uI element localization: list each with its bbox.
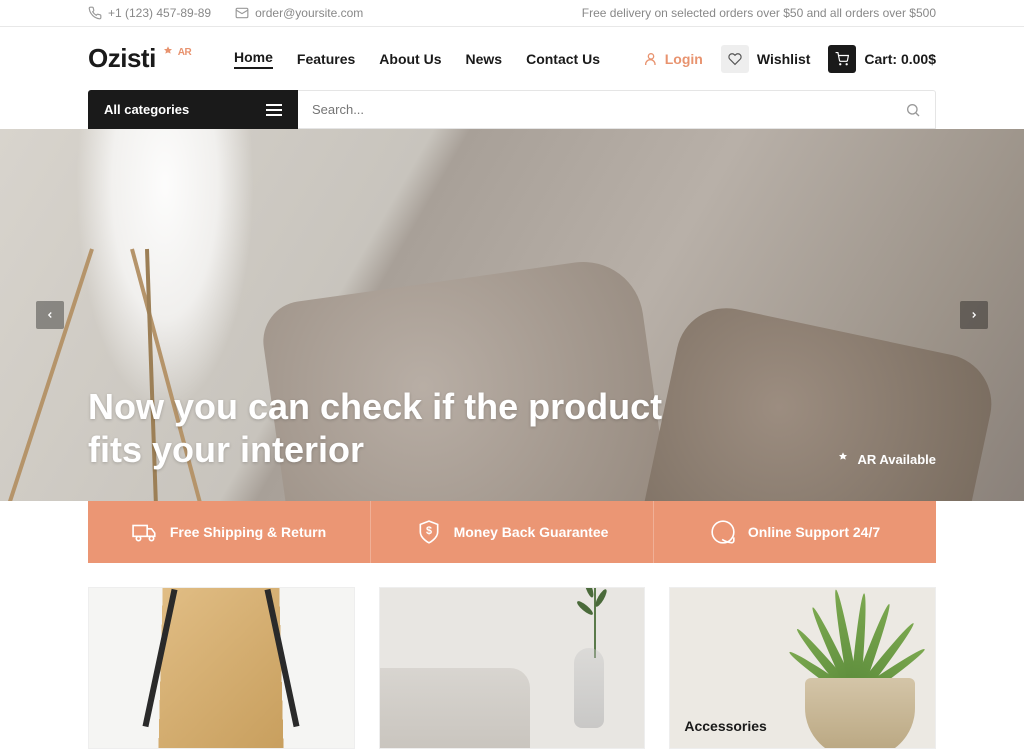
feature-shipping-text: Free Shipping & Return [170, 524, 326, 540]
card-decoration [161, 587, 281, 748]
email-icon [235, 6, 249, 20]
hero-prev-button[interactable] [36, 301, 64, 329]
delivery-text: Free delivery on selected orders over $5… [582, 6, 936, 20]
nav-home[interactable]: Home [234, 49, 273, 69]
category-card-2[interactable] [379, 587, 646, 749]
ar-badge-text: AR Available [857, 452, 936, 467]
card-label: Accessories [684, 718, 767, 734]
hero-title-line1: Now you can check if the product [88, 385, 662, 428]
cart-link[interactable]: Cart: 0.00$ [828, 45, 936, 73]
email-item[interactable]: order@yoursite.com [235, 6, 363, 20]
card-decoration [379, 668, 530, 749]
topbar-left: +1 (123) 457-89-89 order@yoursite.com [88, 6, 363, 20]
feature-support: Online Support 24/7 [654, 501, 936, 563]
headset-icon [710, 519, 736, 545]
header: Ozisti AR Home Features About Us News Co… [0, 27, 1024, 90]
ar-available-badge[interactable]: AR Available [835, 451, 936, 467]
chevron-left-icon [45, 310, 55, 320]
email-text: order@yoursite.com [255, 6, 363, 20]
nav: Home Features About Us News Contact Us [234, 49, 600, 69]
topbar: +1 (123) 457-89-89 order@yoursite.com Fr… [0, 0, 1024, 27]
logo[interactable]: Ozisti AR [88, 43, 191, 74]
phone-icon [88, 6, 102, 20]
hero-title: Now you can check if the product fits yo… [88, 385, 662, 471]
logo-ar-text: AR [178, 47, 191, 58]
feature-shipping: Free Shipping & Return [88, 501, 371, 563]
login-link[interactable]: Login [643, 51, 703, 67]
feature-moneyback: $ Money Back Guarantee [371, 501, 654, 563]
login-text: Login [665, 51, 703, 67]
shield-dollar-icon: $ [416, 519, 442, 545]
category-card-1[interactable] [88, 587, 355, 749]
logo-ar-badge: AR [160, 45, 191, 61]
feature-moneyback-text: Money Back Guarantee [454, 524, 609, 540]
card-decoration [805, 678, 915, 749]
search-icon[interactable] [905, 102, 921, 118]
cart-text: Cart: 0.00$ [864, 51, 936, 67]
ar-icon [160, 45, 176, 61]
nav-contact[interactable]: Contact Us [526, 51, 600, 67]
phone-item[interactable]: +1 (123) 457-89-89 [88, 6, 211, 20]
heart-icon [721, 45, 749, 73]
feature-support-text: Online Support 24/7 [748, 524, 880, 540]
cart-icon [828, 45, 856, 73]
card-decoration [574, 648, 604, 728]
wishlist-link[interactable]: Wishlist [721, 45, 811, 73]
nav-about[interactable]: About Us [379, 51, 441, 67]
category-cards: Accessories [0, 563, 1024, 749]
svg-text:$: $ [426, 525, 432, 537]
search-input[interactable] [312, 91, 905, 128]
categories-label: All categories [104, 102, 189, 117]
searchbox [298, 90, 936, 129]
chevron-right-icon [969, 310, 979, 320]
header-right: Login Wishlist Cart: 0.00$ [643, 45, 936, 73]
hero: Now you can check if the product fits yo… [0, 129, 1024, 501]
categories-dropdown[interactable]: All categories [88, 90, 298, 129]
card-decoration [576, 599, 595, 616]
searchrow: All categories [0, 90, 1024, 129]
nav-news[interactable]: News [466, 51, 503, 67]
features-bar: Free Shipping & Return $ Money Back Guar… [88, 501, 936, 563]
hero-decoration [627, 299, 1000, 501]
wishlist-text: Wishlist [757, 51, 811, 67]
user-icon [643, 51, 659, 67]
hero-title-line2: fits your interior [88, 428, 662, 471]
category-card-accessories[interactable]: Accessories [669, 587, 936, 749]
hamburger-icon [266, 104, 282, 116]
phone-text: +1 (123) 457-89-89 [108, 6, 211, 20]
logo-text: Ozisti [88, 43, 156, 74]
hero-next-button[interactable] [960, 301, 988, 329]
ar-badge-icon [835, 451, 851, 467]
nav-features[interactable]: Features [297, 51, 355, 67]
truck-icon [132, 519, 158, 545]
